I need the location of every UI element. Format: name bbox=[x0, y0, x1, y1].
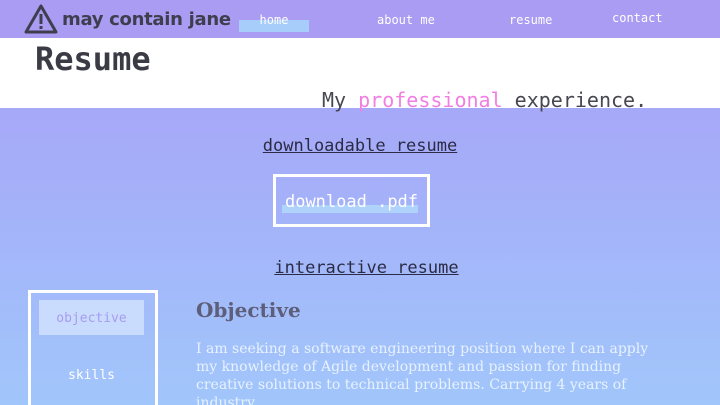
download-pdf-label[interactable]: download .pdf bbox=[273, 192, 430, 212]
page-tagline: My professional experience. bbox=[322, 88, 647, 112]
nav-about-link[interactable]: about me bbox=[377, 13, 435, 27]
page-title: Resume bbox=[35, 40, 151, 78]
downloadable-resume-heading: downloadable resume bbox=[262, 136, 458, 156]
menu-item-skills[interactable]: skills bbox=[39, 368, 144, 383]
tagline-prefix: My bbox=[322, 88, 359, 112]
nav-home-link[interactable]: home bbox=[239, 13, 309, 27]
interactive-resume-heading: interactive resume bbox=[274, 258, 459, 278]
menu-item-objective[interactable]: objective bbox=[39, 311, 144, 326]
tagline-highlight: professional bbox=[358, 88, 503, 112]
site-name: may contain jane bbox=[62, 8, 231, 30]
nav-resume-link[interactable]: resume bbox=[509, 13, 552, 27]
tagline-suffix: experience. bbox=[502, 88, 648, 112]
nav-contact-link[interactable]: contact bbox=[612, 11, 663, 25]
section-title: Objective bbox=[196, 298, 301, 322]
warning-triangle-icon bbox=[24, 4, 58, 34]
site-logo[interactable]: may contain jane bbox=[24, 4, 231, 34]
section-text: I am seeking a software engineering posi… bbox=[196, 341, 649, 405]
